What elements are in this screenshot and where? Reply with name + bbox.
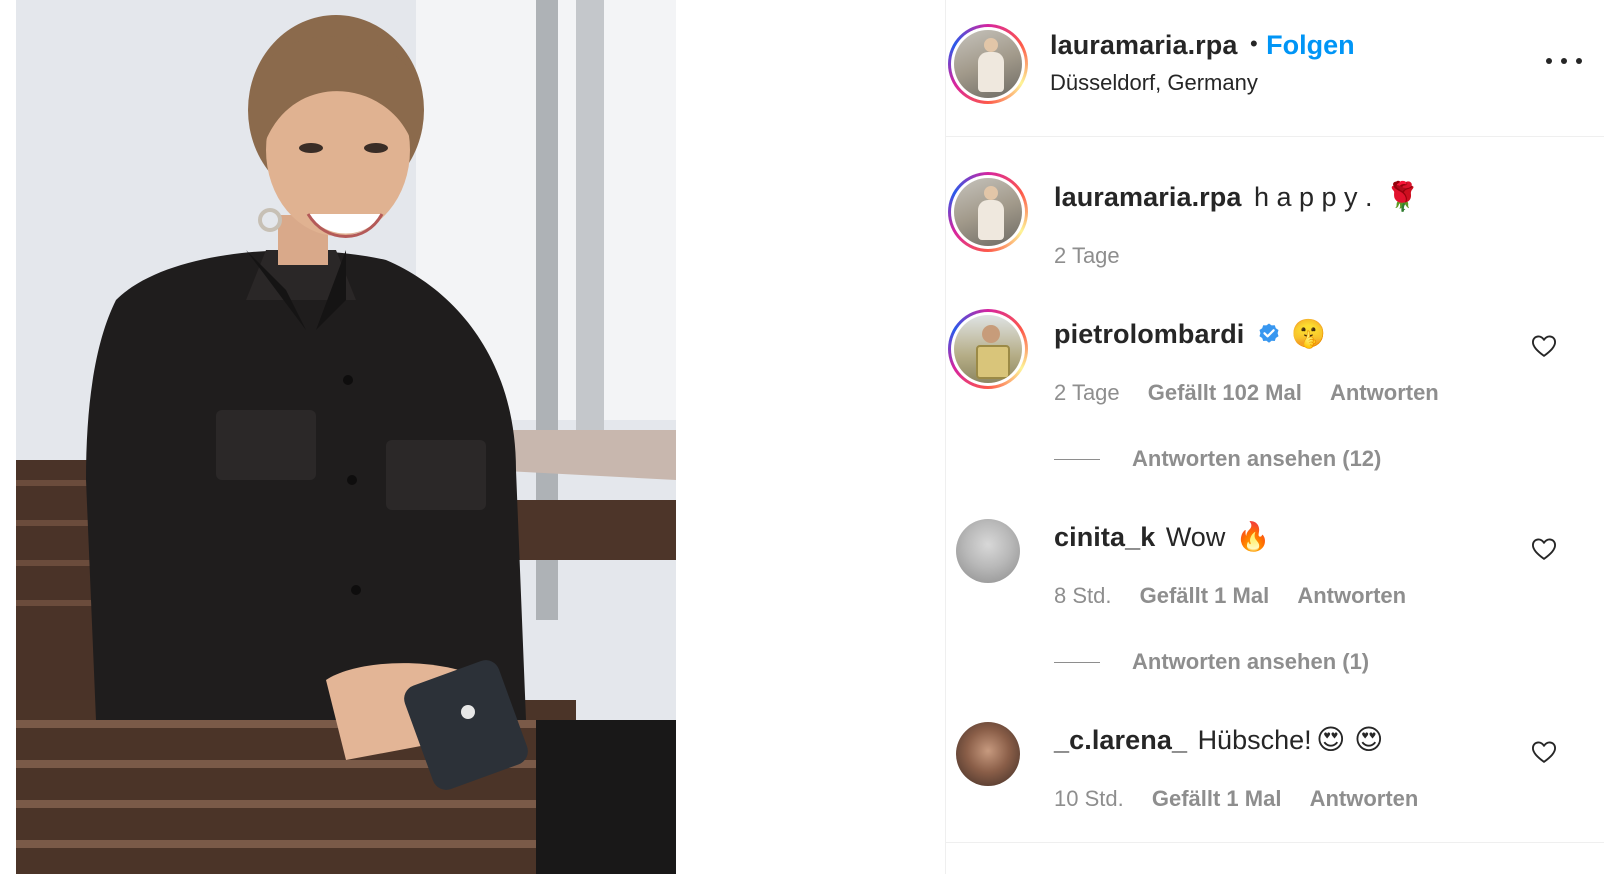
instagram-post-page: lauramaria.rpa • Folgen Düsseldorf, Germ… — [0, 0, 1604, 874]
comment-username[interactable]: cinita_k — [1054, 522, 1155, 552]
caption-text: h a p p y . — [1253, 182, 1373, 212]
post-side-panel: lauramaria.rpa • Folgen Düsseldorf, Germ… — [945, 0, 1604, 874]
comment-line: _c.larena_ Hübsche! 😍 😍 — [1054, 723, 1383, 756]
comment-meta: 10 Std. Gefällt 1 Mal Antworten — [1054, 786, 1418, 812]
post-photo[interactable] — [16, 0, 676, 874]
like-heart-icon[interactable] — [1530, 332, 1558, 360]
heart-eyes-emoji: 😍 😍 — [1316, 723, 1384, 756]
replies-line — [1054, 458, 1100, 460]
like-heart-icon[interactable] — [1530, 535, 1558, 563]
view-replies-button[interactable]: Antworten ansehen (1) — [1054, 649, 1369, 675]
view-replies-label: Antworten ansehen (12) — [1132, 446, 1382, 471]
comment-likes[interactable]: Gefällt 1 Mal — [1140, 583, 1270, 608]
comment-time[interactable]: 2 Tage — [1054, 380, 1120, 405]
comment-line: cinita_k Wow 🔥 — [1054, 520, 1271, 553]
like-heart-icon[interactable] — [1530, 738, 1558, 766]
comment-text: Hübsche! — [1197, 725, 1312, 755]
separator-dot: • — [1249, 31, 1258, 56]
comment-avatar-pietrolombardi[interactable] — [948, 309, 1028, 389]
comment-meta: 8 Std. Gefällt 1 Mal Antworten — [1054, 583, 1406, 609]
reply-button[interactable]: Antworten — [1310, 786, 1419, 811]
comment-time[interactable]: 8 Std. — [1054, 583, 1111, 608]
header-user-line: lauramaria.rpa • Folgen — [1050, 30, 1355, 61]
author-avatar[interactable] — [948, 24, 1028, 104]
view-replies-label: Antworten ansehen (1) — [1132, 649, 1370, 674]
post-header: lauramaria.rpa • Folgen Düsseldorf, Germ… — [946, 0, 1604, 137]
caption-meta: 2 Tage — [1054, 243, 1120, 269]
fire-emoji: 🔥 — [1235, 520, 1271, 553]
caption-time[interactable]: 2 Tage — [1054, 243, 1120, 268]
comment-username[interactable]: _c.larena_ — [1054, 725, 1187, 755]
reply-button[interactable]: Antworten — [1297, 583, 1406, 608]
verified-badge-icon — [1259, 323, 1279, 343]
caption-line: lauramaria.rpa h a p p y . 🌹 — [1054, 180, 1420, 213]
caption-avatar[interactable] — [948, 172, 1028, 252]
reply-button[interactable]: Antworten — [1330, 380, 1439, 405]
author-username[interactable]: lauramaria.rpa — [1050, 30, 1238, 60]
post-photo-illustration — [16, 0, 676, 874]
more-options-icon[interactable] — [1546, 46, 1582, 76]
photo-panel — [0, 0, 945, 874]
comment-username[interactable]: pietrolombardi — [1054, 319, 1244, 349]
view-replies-button[interactable]: Antworten ansehen (12) — [1054, 446, 1381, 472]
comment-avatar-c-larena[interactable] — [956, 722, 1020, 786]
location-link[interactable]: Düsseldorf, Germany — [1050, 70, 1258, 96]
comment-time[interactable]: 10 Std. — [1054, 786, 1124, 811]
comment-meta: 2 Tage Gefällt 102 Mal Antworten — [1054, 380, 1439, 406]
comment-line: pietrolombardi 🤫 — [1054, 317, 1326, 350]
comment-likes[interactable]: Gefällt 1 Mal — [1152, 786, 1282, 811]
comment-text: Wow — [1165, 522, 1226, 552]
panel-divider — [946, 842, 1604, 843]
follow-button[interactable]: Folgen — [1266, 30, 1355, 60]
comment-avatar-cinita-k[interactable] — [956, 519, 1020, 583]
replies-line — [1054, 661, 1100, 663]
caption-username[interactable]: lauramaria.rpa — [1054, 182, 1242, 212]
comment-likes[interactable]: Gefällt 102 Mal — [1148, 380, 1302, 405]
shushing-emoji: 🤫 — [1291, 317, 1327, 350]
rose-emoji: 🌹 — [1384, 180, 1420, 213]
